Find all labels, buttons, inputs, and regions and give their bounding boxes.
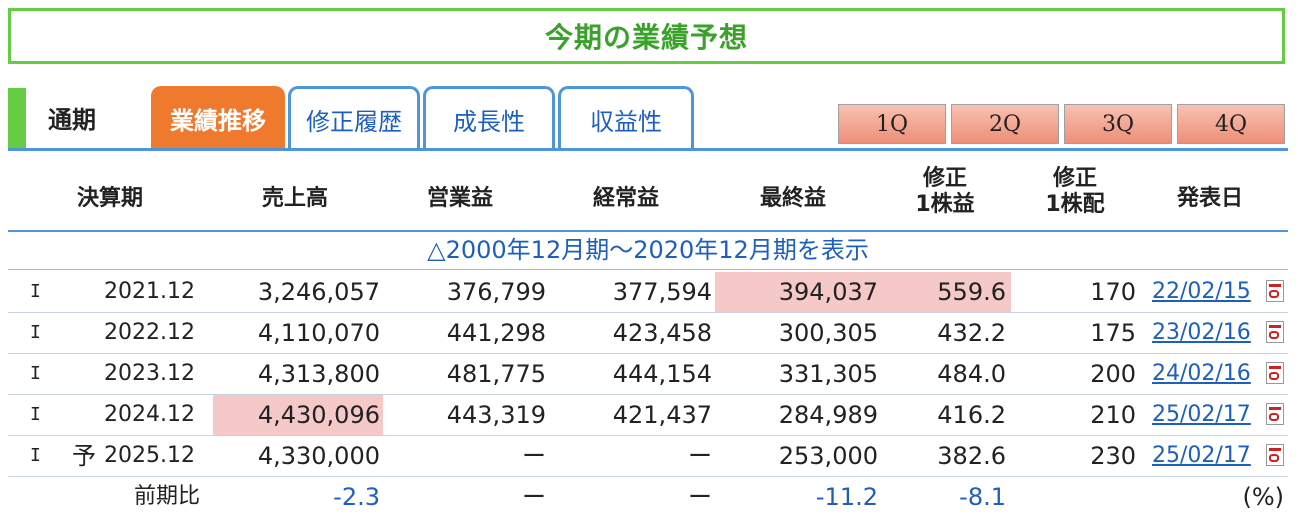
row-operating: ー <box>522 442 546 470</box>
header-dps-line1: 修正 <box>1052 166 1097 191</box>
header-net: 最終益 <box>759 186 826 211</box>
row-period: 2024.12 <box>104 402 195 427</box>
table-row: I 2024.12 4,430,096 443,319 421,437 284,… <box>8 395 1288 435</box>
row-kind: I <box>30 404 41 425</box>
row-kind: I <box>30 322 41 343</box>
row-ordinary: 423,458 <box>612 319 712 347</box>
row-sales: 4,330,000 <box>257 442 380 470</box>
row-operating: 443,319 <box>446 401 546 429</box>
row-date-link[interactable]: 25/02/17 <box>1152 395 1251 435</box>
tab-growth[interactable]: 成長性 <box>423 86 555 150</box>
row-forecast-mark: 予 <box>72 442 96 470</box>
yoy-ordinary: ー <box>688 483 712 511</box>
row-period: 2023.12 <box>104 361 195 386</box>
header-period: 決算期 <box>76 186 143 211</box>
yoy-label: 前期比 <box>134 484 201 509</box>
tab-baseline <box>8 148 1288 151</box>
row-eps: 484.0 <box>937 360 1006 388</box>
tab-annual: 通期 <box>48 106 96 134</box>
header-eps-line1: 修正 <box>922 166 967 191</box>
row-dps: 175 <box>1090 319 1136 347</box>
yoy-operating: ー <box>522 483 546 511</box>
row-period: 2022.12 <box>104 320 195 345</box>
table-row: I 2021.12 3,246,057 376,799 377,594 394,… <box>8 272 1288 312</box>
header-operating: 営業益 <box>426 186 493 211</box>
pdf-icon[interactable] <box>1266 403 1284 425</box>
range-expand-link[interactable]: △2000年12月期〜2020年12月期を表示 <box>8 232 1288 268</box>
section-title-box: 今期の業績予想 <box>8 8 1285 64</box>
row-sales: 3,246,057 <box>257 278 380 306</box>
header-date: 発表日 <box>1176 186 1243 211</box>
row-period: 2025.12 <box>104 443 195 468</box>
row-net: 300,305 <box>778 319 878 347</box>
pdf-icon[interactable] <box>1266 444 1284 466</box>
range-divider <box>8 269 1288 270</box>
row-eps: 432.2 <box>937 319 1006 347</box>
quarter-button-4q[interactable]: 4Q <box>1177 104 1285 144</box>
table-row: I 2022.12 4,110,070 441,298 423,458 300,… <box>8 313 1288 353</box>
header-eps-line2: 1株益 <box>915 192 975 217</box>
row-kind: I <box>30 445 41 466</box>
row-dps: 200 <box>1090 360 1136 388</box>
header-sales: 売上高 <box>261 186 328 211</box>
quarter-button-1q[interactable]: 1Q <box>838 104 946 144</box>
row-date-link[interactable]: 24/02/16 <box>1152 354 1251 394</box>
row-net: 331,305 <box>778 360 878 388</box>
header-dps-line2: 1株配 <box>1045 192 1105 217</box>
row-operating: 441,298 <box>446 319 546 347</box>
section-title: 今期の業績予想 <box>544 21 748 54</box>
pdf-icon[interactable] <box>1266 280 1284 302</box>
row-sales: 4,430,096 <box>257 401 380 429</box>
row-operating: 481,775 <box>446 360 546 388</box>
row-ordinary: ー <box>688 442 712 470</box>
table-row: I 2023.12 4,313,800 481,775 444,154 331,… <box>8 354 1288 394</box>
yoy-row: 前期比 -2.3 ー ー -11.2 -8.1 (%) <box>8 477 1288 517</box>
yoy-net: -11.2 <box>815 483 878 511</box>
row-eps: 416.2 <box>937 401 1006 429</box>
quarter-button-3q[interactable]: 3Q <box>1064 104 1172 144</box>
header-eps: 修正 1株益 <box>900 166 990 218</box>
row-sales: 4,313,800 <box>257 360 380 388</box>
tab-revision-history[interactable]: 修正履歴 <box>288 86 420 150</box>
row-operating: 376,799 <box>446 278 546 306</box>
quarter-button-2q[interactable]: 2Q <box>951 104 1059 144</box>
tab-performance[interactable]: 業績推移 <box>151 86 285 150</box>
pdf-icon[interactable] <box>1266 321 1284 343</box>
row-dps: 210 <box>1090 401 1136 429</box>
header-ordinary: 経常益 <box>592 186 659 211</box>
row-sales: 4,110,070 <box>257 319 380 347</box>
row-ordinary: 444,154 <box>612 360 712 388</box>
row-dps: 170 <box>1090 278 1136 306</box>
row-eps: 382.6 <box>937 442 1006 470</box>
row-eps: 559.6 <box>937 278 1006 306</box>
tab-profitability[interactable]: 収益性 <box>558 86 694 150</box>
row-ordinary: 377,594 <box>612 278 712 306</box>
yoy-unit: (%) <box>1242 483 1284 511</box>
header-dps: 修正 1株配 <box>1030 166 1120 218</box>
row-date-link[interactable]: 22/02/15 <box>1152 272 1251 312</box>
row-ordinary: 421,437 <box>612 401 712 429</box>
yoy-eps: -8.1 <box>959 483 1006 511</box>
row-net: 394,037 <box>778 278 878 306</box>
table-row: I 予 2025.12 4,330,000 ー ー 253,000 382.6 … <box>8 436 1288 476</box>
row-net: 284,989 <box>778 401 878 429</box>
row-period: 2021.12 <box>104 279 195 304</box>
row-dps: 230 <box>1090 442 1136 470</box>
section-marker <box>8 88 26 150</box>
row-net: 253,000 <box>778 442 878 470</box>
yoy-sales: -2.3 <box>333 483 380 511</box>
row-kind: I <box>30 281 41 302</box>
row-date-link[interactable]: 23/02/16 <box>1152 313 1251 353</box>
row-kind: I <box>30 363 41 384</box>
row-date-link[interactable]: 25/02/17 <box>1152 436 1251 476</box>
pdf-icon[interactable] <box>1266 362 1284 384</box>
